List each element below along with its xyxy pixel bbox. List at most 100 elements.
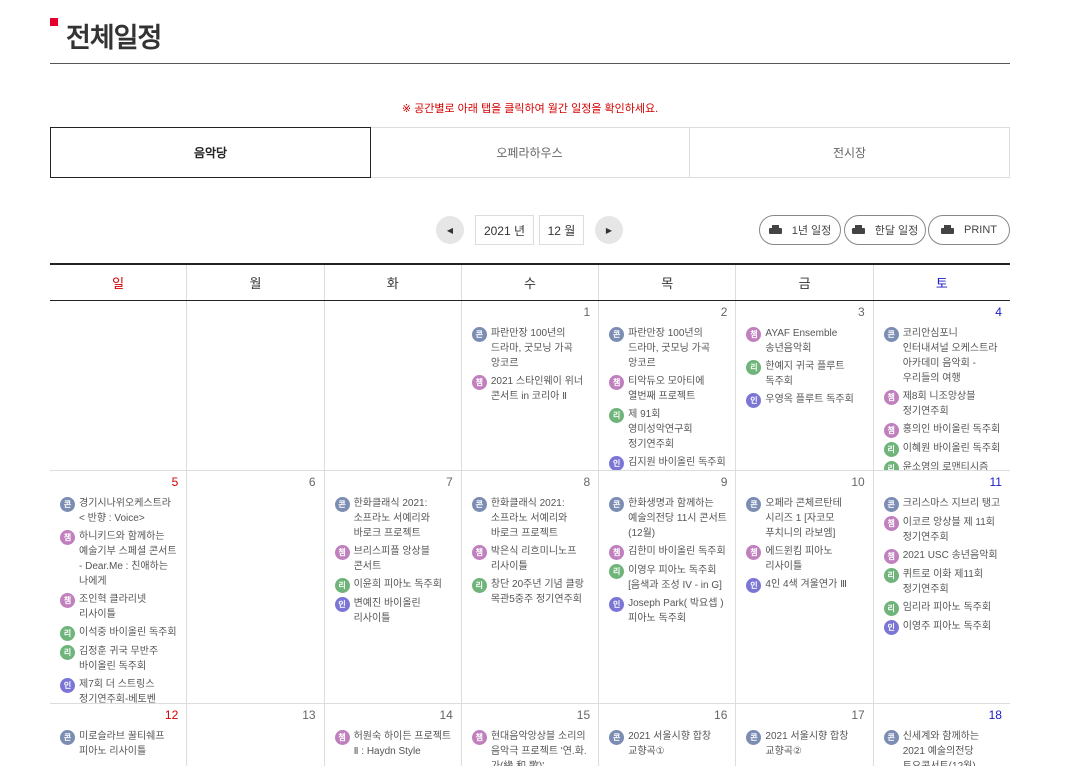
tab-exhibition-hall[interactable]: 전시장 bbox=[690, 128, 1009, 177]
event-item[interactable]: 콘 미로슬라브 꿀티쉐프 피아노 리사이틀 bbox=[60, 729, 178, 759]
event-title: 티악듀오 모아티에 열번째 프로젝트 bbox=[628, 376, 705, 402]
calendar-week: 1 콘 파란만장 100년의 드라마, 굿모닝 가곡 앙코르 챔 2021 스타인웨이 … bbox=[50, 301, 1010, 471]
event-item[interactable]: 챔 조인혁 클라리넷 리사이틀 bbox=[60, 592, 178, 622]
event-item[interactable]: 인 4인 4색 겨울연가 Ⅲ bbox=[746, 577, 864, 593]
event-title: 김한미 바이올린 독주회 bbox=[628, 546, 726, 557]
event-item[interactable]: 인 우영옥 플루트 독주회 bbox=[746, 392, 864, 408]
event-item[interactable]: 콘 한화생명과 함께하는 예술의전당 11시 콘서트(12월) bbox=[609, 496, 727, 541]
event-item[interactable]: 챔 제8회 니조앙상블 정기연주회 bbox=[883, 389, 1002, 419]
event-item[interactable]: 챔현대음악앙상블 소리의 음악극 프로젝트 '연.화.가(緣.和.歌)' bbox=[471, 729, 590, 766]
event-item[interactable]: 콘 코리안심포니 인터내셔널 오케스트라 아카데미 음악회 - 우리들의 여행 bbox=[883, 326, 1002, 386]
event-item[interactable]: 콘 크리스마스 지브리 탱고 bbox=[883, 496, 1002, 512]
event-type-icon: 콘 bbox=[883, 327, 899, 342]
event-item[interactable]: 챔 에드윈킴 피아노 리사이틀 bbox=[746, 544, 864, 574]
prev-month-button[interactable]: ◀ bbox=[436, 216, 464, 244]
event-type-icon: 콘 bbox=[609, 730, 625, 745]
year-selector[interactable]: 2021 년 bbox=[475, 215, 534, 245]
event-item[interactable]: 챔 이코르 앙상블 제 11회 정기연주회 bbox=[883, 515, 1002, 545]
event-item[interactable]: 인 Joseph Park( 박요셉 ) 피아노 독주회 bbox=[609, 596, 727, 626]
event-item[interactable]: 리 김정훈 귀국 무반주 바이올린 독주회 bbox=[60, 644, 178, 674]
event-title: 2021 서울시향 합창 교향곡① bbox=[628, 731, 712, 757]
event-item[interactable]: 챔 김한미 바이올린 독주회 bbox=[609, 544, 727, 560]
event-item[interactable]: 인 김지원 바이올린 독주회 bbox=[609, 455, 727, 470]
day-number bbox=[197, 305, 315, 323]
month-schedule-button[interactable]: 한달 일정 bbox=[844, 215, 926, 245]
tab-opera-house[interactable]: 오페라하우스 bbox=[370, 128, 690, 177]
event-item[interactable]: 콘 오페라 콘체르탄테 시리즈 1 [자코모 푸치니의 라보엠] bbox=[746, 496, 864, 541]
event-item[interactable]: 리 한예지 귀국 플루트 독주회 bbox=[746, 359, 864, 389]
day-number: 15 bbox=[576, 708, 591, 722]
event-item[interactable]: 인 변예진 바이올린 리사이틀 bbox=[334, 596, 453, 626]
event-item[interactable]: 리 이영우 피아노 독주회 [음색과 조성 IV - in G] bbox=[609, 563, 727, 593]
event-item[interactable]: 챔 2021 스타인웨이 위너 콘서트 in 코리아 Ⅱ bbox=[471, 374, 590, 404]
day-number: 9 bbox=[720, 475, 728, 489]
event-title: 한예지 귀국 플루트 독주회 bbox=[765, 361, 845, 387]
event-item[interactable]: 챔 브리스피플 앙상블 콘서트 bbox=[334, 544, 453, 574]
next-month-button[interactable]: ▶ bbox=[595, 216, 623, 244]
event-item[interactable]: 리 이석중 바이올린 독주회 bbox=[60, 625, 178, 641]
event-title: 창단 20주년 기념 클랑 목관5중주 정기연주회 bbox=[490, 579, 584, 605]
event-item[interactable]: 리제 91회 영미성악연구회 정기연주회 bbox=[609, 407, 727, 452]
event-item[interactable]: 리 창단 20주년 기념 클랑 목관5중주 정기연주회 bbox=[471, 577, 590, 607]
page-header: 전체일정 bbox=[50, 14, 1010, 64]
month-selector[interactable]: 12 월 bbox=[539, 215, 584, 245]
tab-concert-hall[interactable]: 음악당 bbox=[50, 127, 371, 178]
event-title: 이윤희 피아노 독주회 bbox=[353, 579, 442, 590]
event-item[interactable]: 콘 경기시나위오케스트라 < 반향 : Voice> bbox=[60, 496, 178, 526]
weekday-fri: 금 bbox=[736, 265, 874, 300]
event-item[interactable]: 콘 한화클래식 2021: 소프라노 서예리와 바로크 프로젝트 bbox=[471, 496, 590, 541]
event-item[interactable]: 리 퀴트로 이화 제11회 정기연주회 bbox=[883, 567, 1002, 597]
event-type-icon: 콘 bbox=[60, 730, 75, 745]
year-schedule-button[interactable]: 1년 일정 bbox=[759, 215, 841, 245]
calendar-day-cell: 17 콘 2021 서울시향 합창 교향곡② bbox=[736, 704, 874, 766]
event-item[interactable]: 리 이윤희 피아노 독주회 bbox=[334, 577, 453, 593]
event-type-icon: 인 bbox=[746, 578, 762, 593]
event-type-icon: 챔 bbox=[746, 545, 762, 560]
event-item[interactable]: 리 임리라 피아노 독주회 bbox=[883, 600, 1002, 616]
event-title: AYAF Ensemble 송년음악회 bbox=[765, 328, 838, 354]
day-number bbox=[335, 305, 453, 323]
event-title: 4인 4색 겨울연가 Ⅲ bbox=[765, 579, 847, 590]
event-type-icon: 리 bbox=[746, 360, 762, 375]
event-type-icon: 챔 bbox=[746, 327, 762, 342]
calendar-body: 1 콘 파란만장 100년의 드라마, 굿모닝 가곡 앙코르 챔 2021 스타인웨이 … bbox=[50, 301, 1010, 766]
day-number: 14 bbox=[439, 708, 453, 722]
event-item[interactable]: 인 제7회 더 스트링스 정기연주회-베토벤 전곡시리즈6 bbox=[60, 677, 178, 703]
event-item[interactable]: 챔 박은식 리흐미니노프 리사이틀 bbox=[471, 544, 590, 574]
calendar-day-cell: 6 bbox=[187, 471, 325, 703]
event-item[interactable]: 챔 2021 USC 송년음악회 bbox=[883, 548, 1002, 564]
weekday-sat: 토 bbox=[935, 276, 948, 291]
event-type-icon: 인 bbox=[883, 620, 899, 635]
event-title: 경기시나위오케스트라 < 반향 : Voice> bbox=[79, 498, 171, 524]
event-title: 한화클래식 2021: 소프라노 서예리와 바로크 프로젝트 bbox=[490, 498, 568, 539]
event-item[interactable]: 리 이혜원 바이올린 독주회 bbox=[883, 441, 1002, 457]
calendar-day-cell: 9 콘 한화생명과 함께하는 예술의전당 11시 콘서트(12월) 챔 김한미 바이올린… bbox=[599, 471, 737, 703]
day-number: 13 bbox=[302, 708, 316, 722]
print-button[interactable]: PRINT bbox=[928, 215, 1010, 245]
event-item[interactable]: 챔 허원숙 하이든 프로젝트 Ⅱ : Haydn Style bbox=[334, 729, 453, 759]
event-item[interactable]: 콘 한화클래식 2021: 소프라노 서예리와 바로크 프로젝트 bbox=[334, 496, 453, 541]
event-title: 2021 스타인웨이 위너 콘서트 in 코리아 Ⅱ bbox=[490, 376, 584, 402]
printer-icon bbox=[941, 225, 954, 235]
event-type-icon: 챔 bbox=[883, 390, 899, 405]
calendar-week: 5 콘 경기시나위오케스트라 < 반향 : Voice> 챔 하니키드와 함께하는 예술… bbox=[50, 471, 1010, 704]
event-item[interactable]: 리 윤소영의 로맨티시즘 bbox=[883, 460, 1002, 470]
day-number: 10 bbox=[851, 475, 865, 489]
event-item[interactable]: 챔 AYAF Ensemble 송년음악회 bbox=[746, 326, 864, 356]
day-number: 11 bbox=[989, 475, 1002, 489]
event-item[interactable]: 콘신세계와 함께하는 2021 예술의전당 토요콘서트(12월) bbox=[883, 729, 1002, 766]
day-number: 12 bbox=[164, 708, 179, 722]
event-type-icon: 인 bbox=[60, 678, 75, 693]
event-item[interactable]: 인 이영주 피아노 독주회 bbox=[883, 619, 1002, 635]
event-item[interactable]: 챔 홍의인 바이올린 독주회 bbox=[883, 422, 1002, 438]
event-item[interactable]: 콘 2021 서울시향 합창 교향곡② bbox=[746, 729, 864, 759]
event-item[interactable]: 콘 파란만장 100년의 드라마, 굿모닝 가곡 앙코르 bbox=[471, 326, 590, 371]
event-type-icon: 챔 bbox=[883, 549, 899, 564]
event-title: 2021 서울시향 합창 교향곡② bbox=[765, 731, 849, 757]
event-type-icon: 리 bbox=[334, 578, 350, 593]
event-item[interactable]: 콘 파란만장 100년의 드라마, 굿모닝 가곡 앙코르 bbox=[609, 326, 727, 371]
event-item[interactable]: 콘 2021 서울시향 합창 교향곡① bbox=[609, 729, 727, 759]
event-item[interactable]: 챔 하니키드와 함께하는 예술기부 스페셜 콘서트 - Dear.Me : 친애하… bbox=[60, 529, 178, 589]
event-title: 윤소영의 로맨티시즘 bbox=[902, 462, 989, 470]
event-item[interactable]: 챔 티악듀오 모아티에 열번째 프로젝트 bbox=[609, 374, 727, 404]
